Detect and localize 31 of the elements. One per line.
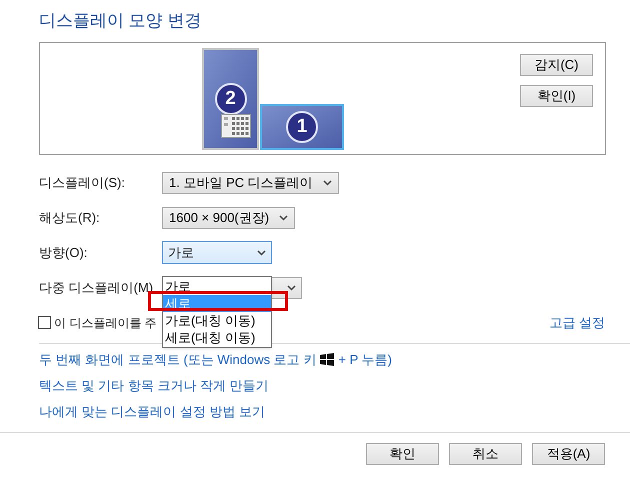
field-label: 디스플레이(S): [39, 174, 126, 192]
help-link[interactable]: 두 번째 화면에 프로젝트 (또는 Windows 로고 키 + P 누름) [39, 350, 392, 368]
monitor-tile[interactable]: 1 [260, 104, 344, 150]
preview-button[interactable]: 감지(C) [520, 54, 593, 76]
windows-logo-icon [320, 353, 334, 366]
window-title: 디스플레이 모양 변경 [39, 10, 202, 32]
caret-icon [287, 284, 296, 290]
checkbox[interactable] [38, 316, 51, 330]
caret-icon [279, 214, 288, 220]
monitor-number: 2 [214, 83, 246, 115]
help-link[interactable]: 텍스트 및 기타 항목 크거나 작게 만들기 [39, 376, 269, 394]
caret-icon [322, 180, 332, 186]
dropdown[interactable]: 가로 [162, 241, 272, 264]
help-link[interactable]: 나에게 맞는 디스플레이 설정 방법 보기 [39, 402, 266, 420]
checkbox-label: 이 디스플레이를 주 [54, 314, 157, 332]
field-label: 다중 디스플레이(M) [39, 278, 154, 297]
dialog-button[interactable]: 적용(A) [532, 443, 605, 465]
dropdown[interactable]: 1600 × 900(권장) [162, 206, 296, 228]
field-label: 방향(O): [39, 244, 88, 262]
monitor-number: 1 [286, 111, 318, 143]
monitor-tile[interactable]: 2 [202, 48, 259, 150]
list-option[interactable]: 가로(대칭 이동) [163, 312, 271, 329]
dialog-button[interactable]: 확인 [366, 443, 439, 465]
advanced-settings-link[interactable]: 고급 설정 [549, 313, 605, 332]
field-label: 해상도(R): [39, 208, 101, 227]
dialog-button[interactable]: 취소 [449, 443, 522, 465]
dropdown[interactable]: 1. 모바일 PC 디스플레이 [162, 172, 339, 194]
preview-button[interactable]: 확인(I) [520, 85, 593, 107]
keypad-icon [221, 114, 251, 138]
caret-icon [257, 250, 266, 256]
list-option[interactable]: 세로(대칭 이동) [163, 329, 271, 346]
